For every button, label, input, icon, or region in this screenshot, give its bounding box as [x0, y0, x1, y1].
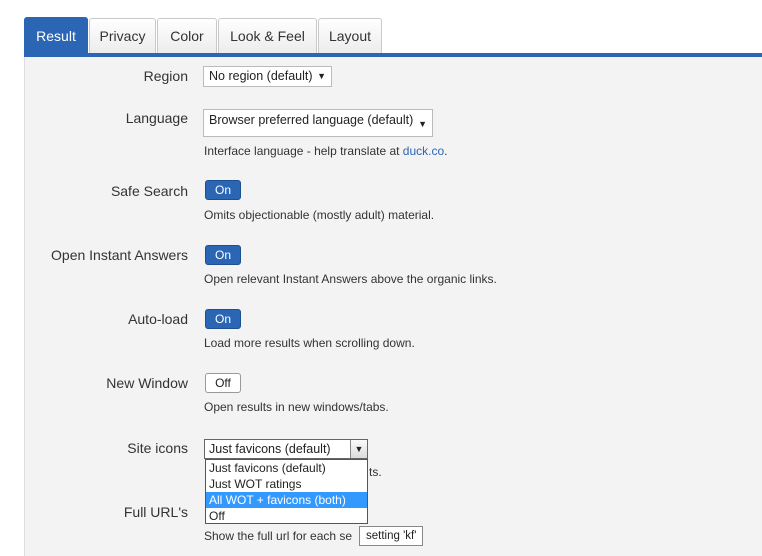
tooltip: setting 'kf': [359, 526, 424, 546]
settings-tabs: Result Privacy Color Look & Feel Layout: [0, 0, 762, 56]
new-window-hint: Open results in new windows/tabs.: [204, 400, 389, 414]
site-icons-label: Site icons: [127, 440, 188, 456]
auto-load-hint: Load more results when scrolling down.: [204, 336, 415, 350]
site-icons-select[interactable]: Just favicons (default) ▼: [204, 439, 368, 459]
language-select[interactable]: Browser preferred language (default) ▼: [203, 109, 433, 137]
site-icons-option[interactable]: Just favicons (default): [206, 460, 367, 476]
safe-search-label: Safe Search: [110, 183, 188, 199]
full-urls-label: Full URL's: [123, 504, 188, 520]
safe-search-hint: Omits objectionable (mostly adult) mater…: [204, 208, 435, 222]
site-icons-hint-tail: ts.: [369, 465, 382, 479]
full-urls-hint: Show the full url for each se: [204, 529, 353, 543]
language-hint-text: Interface language - help translate at: [204, 144, 403, 158]
language-select-value: Browser preferred language (default): [209, 113, 414, 127]
language-label: Language: [125, 110, 188, 126]
region-select-value: No region (default): [209, 69, 313, 83]
site-icons-option-highlighted[interactable]: All WOT + favicons (both): [206, 492, 367, 508]
site-icons-option[interactable]: Off: [206, 508, 367, 524]
new-window-label: New Window: [106, 375, 188, 391]
instant-answers-hint: Open relevant Instant Answers above the …: [204, 272, 497, 286]
language-hint-end: .: [444, 144, 448, 158]
site-icons-dropdown: Just favicons (default) Just WOT ratings…: [205, 459, 368, 524]
tab-result[interactable]: Result: [24, 17, 88, 54]
instant-answers-toggle[interactable]: On: [205, 245, 241, 265]
tab-privacy[interactable]: Privacy: [89, 18, 156, 53]
chevron-down-icon: ▼: [350, 440, 367, 458]
instant-answers-label: Open Instant Answers: [51, 247, 188, 263]
region-label: Region: [143, 68, 188, 84]
duck-co-link[interactable]: duck.co: [403, 144, 444, 158]
site-icons-select-value: Just favicons (default): [209, 442, 331, 456]
chevron-down-icon: ▼: [418, 119, 427, 129]
chevron-down-icon: ▼: [317, 71, 326, 81]
region-select[interactable]: No region (default) ▼: [203, 66, 332, 87]
site-icons-option[interactable]: Just WOT ratings: [206, 476, 367, 492]
tab-look-and-feel[interactable]: Look & Feel: [218, 18, 317, 53]
auto-load-label: Auto-load: [128, 311, 188, 327]
language-hint: Interface language - help translate at d…: [204, 144, 448, 158]
safe-search-toggle[interactable]: On: [205, 180, 241, 200]
tab-color[interactable]: Color: [157, 18, 217, 53]
new-window-toggle[interactable]: Off: [205, 373, 241, 393]
tab-layout[interactable]: Layout: [318, 18, 382, 53]
auto-load-toggle[interactable]: On: [205, 309, 241, 329]
